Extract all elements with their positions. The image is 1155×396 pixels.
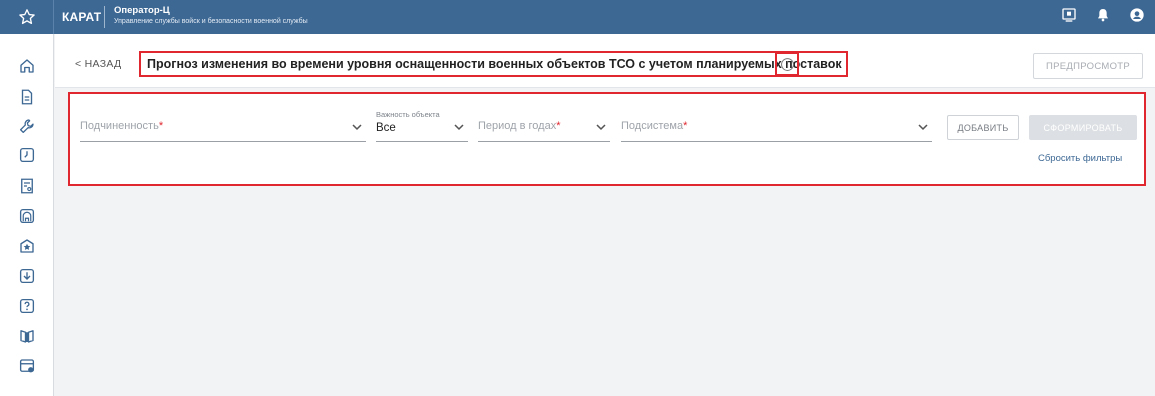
chevron-down-icon xyxy=(454,124,464,131)
filter-panel: Подчиненность* Важность объекта Все Пери… xyxy=(68,92,1146,186)
preview-button[interactable]: ПРЕДПРОСМОТР xyxy=(1033,53,1143,79)
star-icon[interactable] xyxy=(0,0,54,34)
clock-icon[interactable] xyxy=(17,145,37,165)
chevron-down-icon xyxy=(352,124,362,131)
add-button[interactable]: ДОБАВИТЬ xyxy=(947,115,1019,140)
star-badge-icon[interactable] xyxy=(17,236,37,256)
home-icon[interactable] xyxy=(17,56,37,76)
document-icon[interactable] xyxy=(17,87,37,107)
top-bar: КАРАТ Оператор-Ц Управление службы войск… xyxy=(0,0,1155,34)
user-icon[interactable] xyxy=(1129,7,1145,28)
page-header: < НАЗАД Прогноз изменения во времени уро… xyxy=(55,34,1155,88)
period-label: Период в годах* xyxy=(478,120,561,132)
sidebar xyxy=(0,34,54,396)
brand-name: КАРАТ xyxy=(62,10,102,24)
report-icon[interactable] xyxy=(17,176,37,196)
monitor-icon[interactable] xyxy=(1061,7,1077,28)
wrench-icon[interactable] xyxy=(17,116,37,136)
period-select[interactable]: Период в годах* xyxy=(478,110,610,142)
subsystem-select[interactable]: Подсистема* xyxy=(621,110,932,142)
calendar-icon[interactable] xyxy=(17,356,37,376)
bell-icon[interactable] xyxy=(1095,7,1111,28)
app-name: Оператор-Ц xyxy=(114,5,170,16)
chevron-down-icon xyxy=(596,124,606,131)
info-icon[interactable] xyxy=(775,52,799,76)
importance-value: Все xyxy=(376,122,396,134)
reset-filters-link[interactable]: Сбросить фильтры xyxy=(1038,153,1122,164)
building-icon[interactable] xyxy=(17,206,37,226)
generate-button[interactable]: СФОРМИРОВАТЬ xyxy=(1029,115,1137,140)
back-button[interactable]: < НАЗАД xyxy=(75,58,121,70)
page-title: Прогноз изменения во времени уровня осна… xyxy=(139,51,848,77)
app-subtitle: Управление службы войск и безопасности в… xyxy=(114,18,308,25)
importance-select[interactable]: Важность объекта Все xyxy=(376,110,468,142)
chevron-down-icon xyxy=(918,124,928,131)
help-icon[interactable] xyxy=(17,296,37,316)
book-icon[interactable] xyxy=(17,326,37,346)
brand-divider xyxy=(104,6,105,28)
subordination-select[interactable]: Подчиненность* xyxy=(80,110,366,142)
subordination-label: Подчиненность* xyxy=(80,120,164,132)
subsystem-label: Подсистема* xyxy=(621,120,688,132)
importance-caption: Важность объекта xyxy=(376,110,440,119)
download-icon[interactable] xyxy=(17,266,37,286)
